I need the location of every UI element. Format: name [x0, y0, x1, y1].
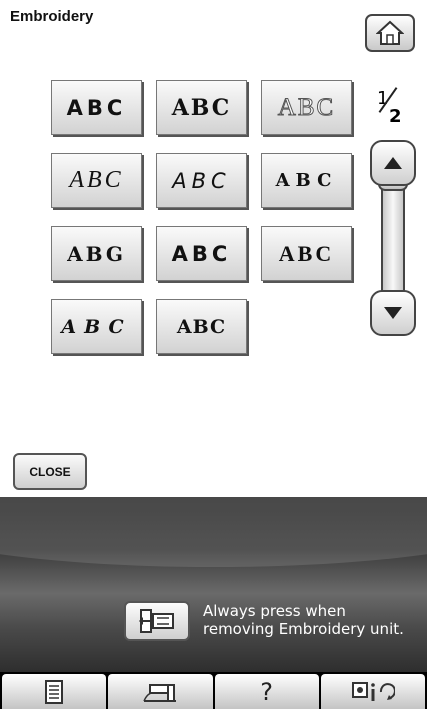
font-button-2[interactable]: ABC: [156, 80, 247, 135]
message-panel: Always press when removing Embroidery un…: [0, 497, 427, 672]
document-icon: [45, 679, 64, 704]
font-button-7[interactable]: ABG: [51, 226, 142, 281]
font-button-1[interactable]: ABC: [51, 80, 142, 135]
font-button-6[interactable]: ABC: [261, 153, 352, 208]
bottom-toolbar: ?: [0, 672, 427, 709]
scroll-down-button[interactable]: [370, 290, 416, 336]
settings-button[interactable]: [320, 674, 425, 709]
sewing-guide-button[interactable]: [108, 674, 213, 709]
font-button-10[interactable]: ABC: [51, 299, 142, 354]
triangle-down-icon: [384, 307, 402, 319]
home-icon: [376, 20, 404, 45]
font-button-4[interactable]: ABC: [51, 153, 142, 208]
sewing-machine-icon: [143, 683, 177, 702]
question-mark-icon: ?: [260, 677, 273, 706]
page-indicator: 1 2: [372, 87, 404, 132]
font-sample: ABC: [275, 170, 338, 191]
embroidery-unit-release-button[interactable]: [124, 601, 190, 641]
font-sample: ABC: [66, 95, 127, 120]
home-button[interactable]: [365, 14, 415, 52]
scroll-up-button[interactable]: [370, 140, 416, 186]
font-sample: ABC: [61, 315, 132, 338]
close-button[interactable]: CLOSE: [13, 453, 87, 490]
triangle-up-icon: [384, 157, 402, 169]
font-sample: ABC: [69, 167, 124, 193]
font-button-3[interactable]: ABC: [261, 80, 352, 135]
font-sample: ABC: [172, 168, 231, 193]
font-button-9[interactable]: ABC: [261, 226, 352, 281]
page-total: 2: [389, 106, 402, 127]
page-title: Embroidery: [10, 8, 94, 25]
message-text: Always press when removing Embroidery un…: [203, 602, 427, 638]
font-sample: ABC: [171, 241, 232, 266]
font-button-8[interactable]: ABC: [156, 226, 247, 281]
panel-highlight: [0, 497, 427, 567]
machine-settings-icon: [351, 681, 395, 701]
embroidery-unit-icon: [139, 609, 174, 633]
font-sample: ABC: [171, 94, 232, 121]
font-button-11[interactable]: ABC: [156, 299, 247, 354]
manual-button[interactable]: [2, 674, 107, 709]
font-button-5[interactable]: ABC: [156, 153, 247, 208]
font-sample: ABC: [277, 93, 336, 121]
message-line-1: Always press when: [203, 602, 346, 620]
font-grid: ABC ABC ABC ABC ABC ABC ABG ABC ABC ABC …: [51, 80, 352, 380]
scrollbar-track[interactable]: [381, 180, 405, 300]
font-sample: ABG: [67, 241, 126, 266]
help-button[interactable]: ?: [214, 674, 319, 709]
font-sample: ABC: [176, 315, 227, 338]
message-line-2: removing Embroidery unit.: [203, 620, 404, 638]
font-sample: ABC: [278, 240, 335, 266]
